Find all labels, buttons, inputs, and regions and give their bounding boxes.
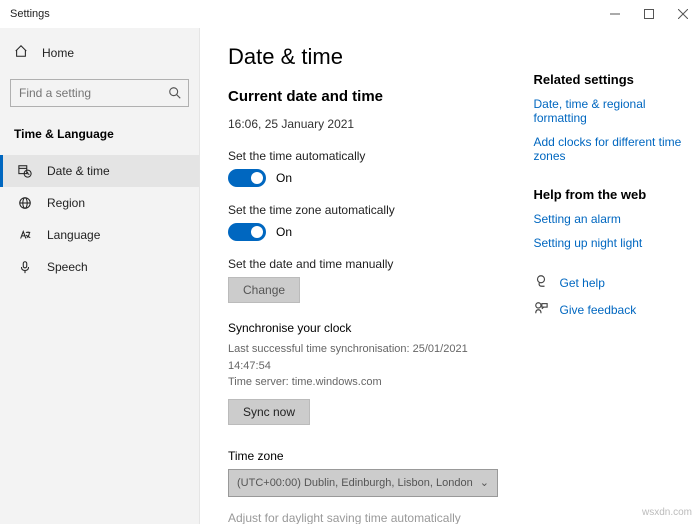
minimize-button[interactable] (598, 0, 632, 28)
related-heading: Related settings (534, 72, 700, 87)
auto-tz-state: On (276, 225, 292, 239)
auto-tz-label: Set the time zone automatically (228, 203, 506, 217)
sync-last: Last successful time synchronisation: 25… (228, 341, 506, 374)
sidebar-item-speech[interactable]: Speech (0, 251, 199, 283)
close-button[interactable] (666, 0, 700, 28)
maximize-button[interactable] (632, 0, 666, 28)
content-area: Date & time Current date and time 16:06,… (200, 28, 700, 524)
link-regional-formatting[interactable]: Date, time & regional formatting (534, 97, 700, 125)
sidebar-item-label: Region (47, 196, 85, 210)
right-column: Related settings Date, time & regional f… (534, 44, 700, 524)
get-help-row[interactable]: Get help (534, 274, 700, 291)
get-help-label: Get help (560, 276, 605, 290)
calendar-clock-icon (17, 164, 33, 178)
feedback-label: Give feedback (560, 303, 637, 317)
globe-icon (17, 196, 33, 210)
main-container: Home Time & Language Date & time Region … (0, 28, 700, 524)
microphone-icon (17, 260, 33, 274)
current-heading: Current date and time (228, 88, 506, 105)
search-wrap (10, 79, 189, 107)
sidebar: Home Time & Language Date & time Region … (0, 28, 200, 524)
sidebar-item-language[interactable]: Language (0, 219, 199, 251)
timezone-value: (UTC+00:00) Dublin, Edinburgh, Lisbon, L… (237, 477, 473, 489)
current-datetime: 16:06, 25 January 2021 (228, 117, 506, 131)
sidebar-item-label: Language (47, 228, 100, 242)
window-title: Settings (10, 8, 50, 20)
home-icon (14, 44, 28, 61)
chevron-down-icon: ⌄ (480, 476, 489, 489)
language-icon (17, 228, 33, 242)
auto-time-label: Set the time automatically (228, 149, 506, 163)
help-web-heading: Help from the web (534, 187, 700, 202)
related-section: Related settings Date, time & regional f… (534, 72, 700, 163)
timezone-select: (UTC+00:00) Dublin, Edinburgh, Lisbon, L… (228, 469, 498, 497)
auto-tz-toggle-row: On (228, 223, 506, 241)
main-column: Date & time Current date and time 16:06,… (228, 44, 506, 524)
sync-now-button[interactable]: Sync now (228, 399, 310, 425)
sync-heading: Synchronise your clock (228, 321, 506, 335)
change-button: Change (228, 277, 300, 303)
category-heading: Time & Language (0, 121, 199, 155)
link-night-light[interactable]: Setting up night light (534, 236, 700, 250)
auto-tz-toggle[interactable] (228, 223, 266, 241)
sync-info: Last successful time synchronisation: 25… (228, 341, 506, 391)
link-setting-alarm[interactable]: Setting an alarm (534, 212, 700, 226)
window-buttons (598, 0, 700, 28)
manual-label: Set the date and time manually (228, 257, 506, 271)
auto-time-toggle[interactable] (228, 169, 266, 187)
watermark: wsxdn.com (642, 507, 692, 518)
link-add-clocks[interactable]: Add clocks for different time zones (534, 135, 700, 163)
sync-server: Time server: time.windows.com (228, 374, 506, 391)
home-label: Home (42, 46, 74, 60)
search-icon (168, 86, 182, 105)
sidebar-item-label: Speech (47, 260, 88, 274)
home-button[interactable]: Home (0, 36, 199, 69)
auto-time-toggle-row: On (228, 169, 506, 187)
help-icon (534, 274, 548, 291)
sidebar-item-date-time[interactable]: Date & time (0, 155, 199, 187)
titlebar: Settings (0, 0, 700, 28)
tz-heading: Time zone (228, 449, 506, 463)
feedback-row[interactable]: Give feedback (534, 301, 700, 318)
feedback-icon (534, 301, 548, 318)
auto-time-state: On (276, 171, 292, 185)
sidebar-item-label: Date & time (47, 164, 110, 178)
help-web-section: Help from the web Setting an alarm Setti… (534, 187, 700, 250)
page-title: Date & time (228, 44, 506, 70)
dst-label: Adjust for daylight saving time automati… (228, 511, 506, 524)
sidebar-item-region[interactable]: Region (0, 187, 199, 219)
search-input[interactable] (10, 79, 189, 107)
